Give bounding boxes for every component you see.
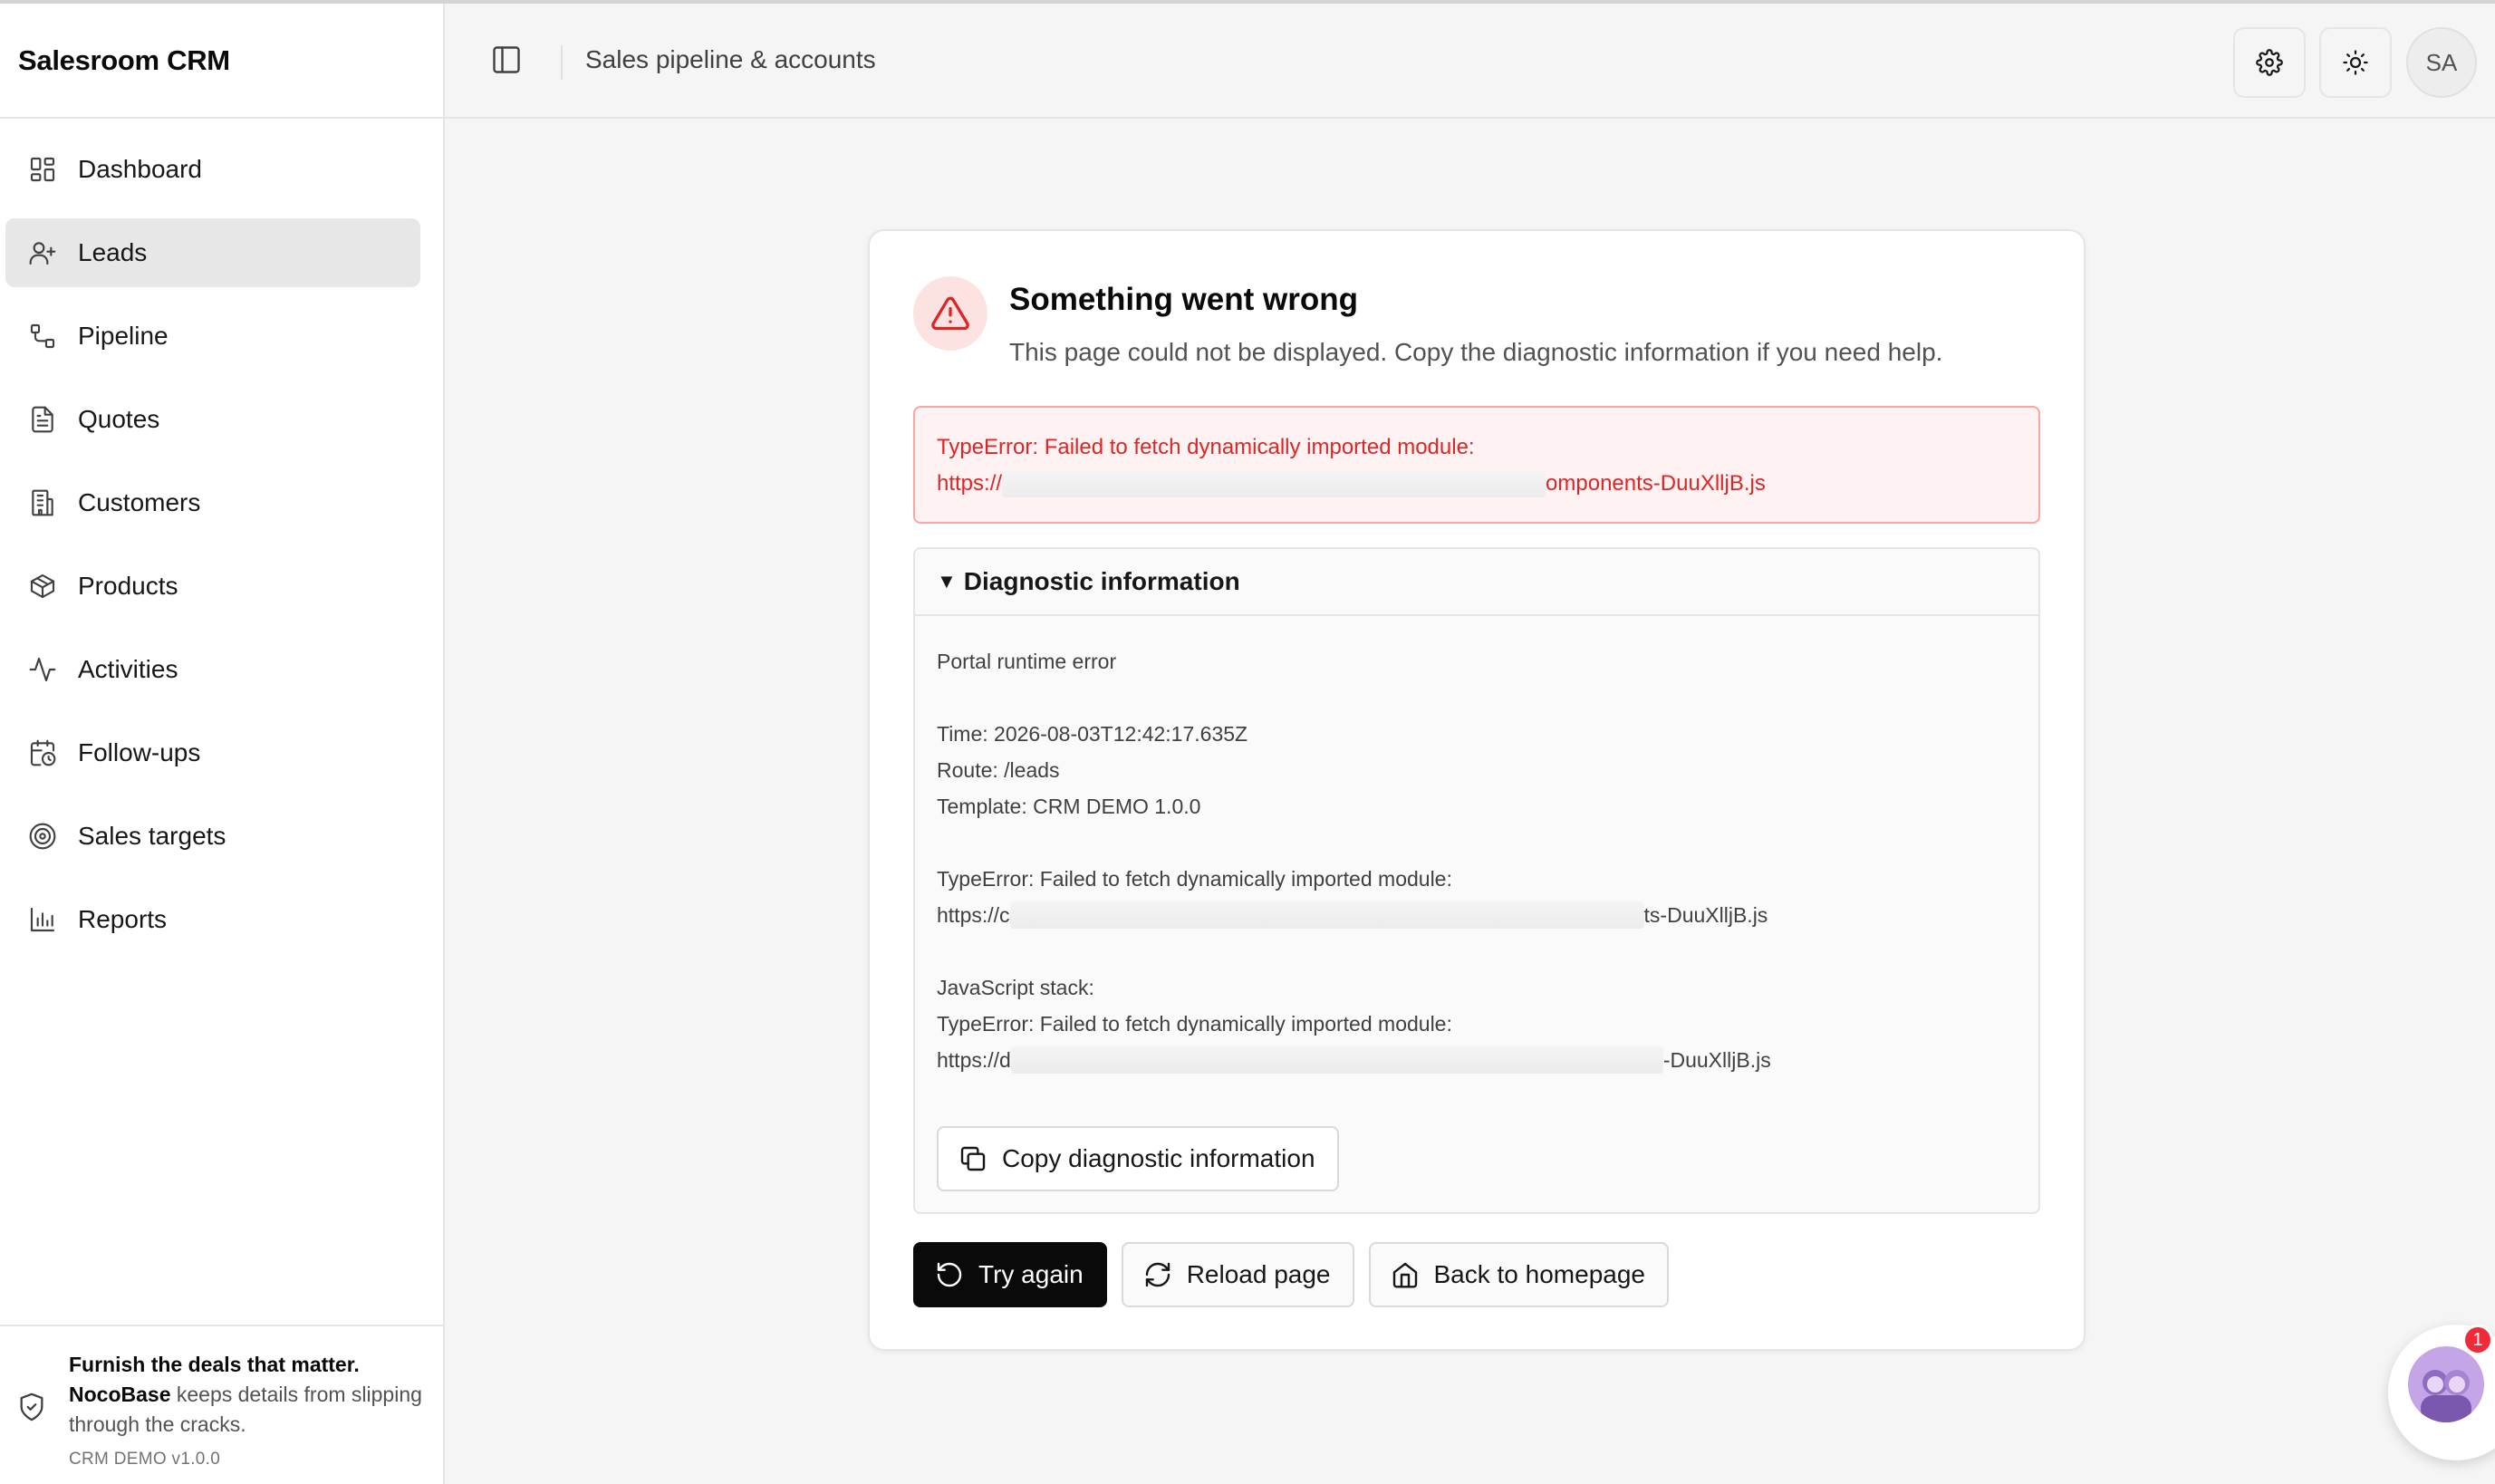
dashboard-icon: [27, 154, 58, 185]
footer-brand: NocoBase: [69, 1383, 171, 1406]
diagnostic-error-line: TypeError: Failed to fetch dynamically i…: [937, 867, 1452, 891]
sidebar-item-products[interactable]: Products: [5, 552, 420, 621]
error-title: Something went wrong: [1009, 282, 1358, 317]
diagnostic-stack-url-prefix: https://d: [937, 1048, 1011, 1072]
sidebar-item-dashboard[interactable]: Dashboard: [5, 135, 420, 204]
copy-diagnostic-button[interactable]: Copy diagnostic information: [937, 1126, 1339, 1191]
warning-badge: [913, 276, 987, 351]
package-icon: [27, 571, 58, 602]
sidebar-nav: Dashboard Leads Pipeline Quotes Customer…: [0, 119, 443, 954]
sidebar-item-label: Pipeline: [78, 322, 169, 350]
sidebar-item-label: Quotes: [78, 405, 160, 433]
error-url-prefix: https://: [937, 471, 1003, 496]
top-header: Sales pipeline & accounts SA: [445, 4, 2495, 119]
diagnostic-panel: ▼ Diagnostic information Portal runtime …: [913, 547, 2040, 1214]
try-again-button[interactable]: Try again: [913, 1242, 1107, 1307]
try-again-label: Try again: [978, 1260, 1084, 1288]
redacted-block: [1002, 470, 1546, 497]
header-divider: [561, 45, 563, 80]
sun-icon: [2343, 50, 2368, 75]
calendar-clock-icon: [27, 737, 58, 768]
sidebar-item-follow-ups[interactable]: Follow-ups: [5, 718, 420, 787]
back-to-homepage-button[interactable]: Back to homepage: [1368, 1242, 1669, 1307]
diagnostic-stack-error: TypeError: Failed to fetch dynamically i…: [937, 1012, 1452, 1036]
page-title: Sales pipeline & accounts: [585, 45, 876, 73]
notification-badge: 1: [2462, 1325, 2493, 1355]
copy-icon: [960, 1146, 986, 1171]
diagnostic-stack-url-suffix: -DuuXlljB.js: [1662, 1048, 1771, 1072]
home-icon: [1392, 1262, 1417, 1288]
sidebar-item-label: Dashboard: [78, 155, 202, 183]
error-card: Something went wrong This page could not…: [868, 229, 2086, 1351]
footer-version: CRM DEMO v1.0.0: [69, 1450, 221, 1469]
target-icon: [27, 821, 58, 852]
caret-down-icon: ▼: [937, 570, 957, 593]
sidebar-item-label: Customers: [78, 488, 201, 516]
pipeline-icon: [27, 321, 58, 352]
theme-toggle-button[interactable]: [2319, 27, 2392, 98]
sidebar-item-reports[interactable]: Reports: [5, 885, 420, 954]
diagnostic-toggle[interactable]: ▼ Diagnostic information: [915, 549, 2038, 616]
sidebar-item-customers[interactable]: Customers: [5, 468, 420, 537]
back-to-homepage-label: Back to homepage: [1433, 1260, 1646, 1288]
reload-page-label: Reload page: [1186, 1260, 1331, 1288]
diagnostic-heading: Diagnostic information: [963, 567, 1240, 595]
bar-chart-icon: [27, 904, 58, 935]
brand-header: Salesroom CRM: [0, 4, 443, 119]
diagnostic-url-line: https://c ts-DuuXlljB.js: [937, 897, 2017, 933]
diagnostic-route: Route: /leads: [937, 758, 1060, 782]
sidebar-item-leads[interactable]: Leads: [5, 218, 420, 287]
error-url-suffix: omponents-DuuXlljB.js: [1546, 471, 1766, 496]
diagnostic-template: Template: CRM DEMO 1.0.0: [937, 795, 1201, 818]
diagnostic-kind: Portal runtime error: [937, 650, 1117, 673]
settings-button[interactable]: [2233, 27, 2306, 98]
brand-name: Salesroom CRM: [18, 43, 230, 76]
sidebar-item-label: Activities: [78, 655, 178, 683]
sidebar-item-sales-targets[interactable]: Sales targets: [5, 802, 420, 871]
error-message-box: TypeError: Failed to fetch dynamically i…: [913, 406, 2040, 524]
redacted-block: [1009, 901, 1644, 929]
diagnostic-body: Portal runtime error Time: 2026-08-03T12…: [915, 616, 2038, 1078]
sidebar-item-label: Sales targets: [78, 822, 226, 850]
sidebar-item-label: Leads: [78, 238, 148, 266]
footer-headline: Furnish the deals that matter.: [69, 1353, 360, 1376]
diagnostic-stack-label: JavaScript stack:: [937, 976, 1094, 999]
copy-diagnostic-label: Copy diagnostic information: [1002, 1144, 1315, 1172]
sidebar-item-activities[interactable]: Activities: [5, 635, 420, 704]
redacted-block: [1010, 1046, 1663, 1074]
diagnostic-stack-url: https://d -DuuXlljB.js: [937, 1042, 2017, 1078]
gear-icon: [2256, 49, 2283, 76]
sidebar: Salesroom CRM Dashboard Leads Pipeline Q…: [0, 4, 445, 1484]
diagnostic-time: Time: 2026-08-03T12:42:17.635Z: [937, 722, 1248, 746]
refresh-icon: [1145, 1262, 1170, 1287]
chat-widget-button[interactable]: 1: [2388, 1325, 2495, 1460]
document-icon: [27, 404, 58, 435]
reload-page-button[interactable]: Reload page: [1121, 1242, 1354, 1307]
sidebar-item-pipeline[interactable]: Pipeline: [5, 302, 420, 371]
sidebar-item-quotes[interactable]: Quotes: [5, 385, 420, 454]
error-actions: Try again Reload page Back to homepage: [913, 1242, 1683, 1307]
sidebar-item-label: Follow-ups: [78, 738, 201, 766]
error-url-line: https:// omponents-DuuXlljB.js: [937, 466, 2017, 502]
user-avatar[interactable]: SA: [2406, 27, 2477, 98]
footer-message: Furnish the deals that matter. NocoBase …: [69, 1350, 431, 1440]
user-plus-icon: [27, 237, 58, 268]
shield-check-icon: [20, 1392, 43, 1421]
diagnostic-url-suffix: ts-DuuXlljB.js: [1643, 903, 1768, 927]
rotate-ccw-icon: [937, 1262, 962, 1287]
activity-icon: [27, 654, 58, 685]
sidebar-item-label: Reports: [78, 905, 168, 933]
error-message-line: TypeError: Failed to fetch dynamically i…: [937, 435, 1475, 459]
sidebar-toggle-icon[interactable]: [490, 43, 523, 76]
diagnostic-url-prefix: https://c: [937, 903, 1010, 927]
error-subtitle: This page could not be displayed. Copy t…: [1009, 338, 1943, 366]
sidebar-footer: Furnish the deals that matter. NocoBase …: [0, 1325, 443, 1484]
support-avatar-icon: [2408, 1346, 2484, 1422]
sidebar-item-label: Products: [78, 572, 178, 600]
building-icon: [27, 487, 58, 518]
warning-triangle-icon: [931, 296, 969, 331]
